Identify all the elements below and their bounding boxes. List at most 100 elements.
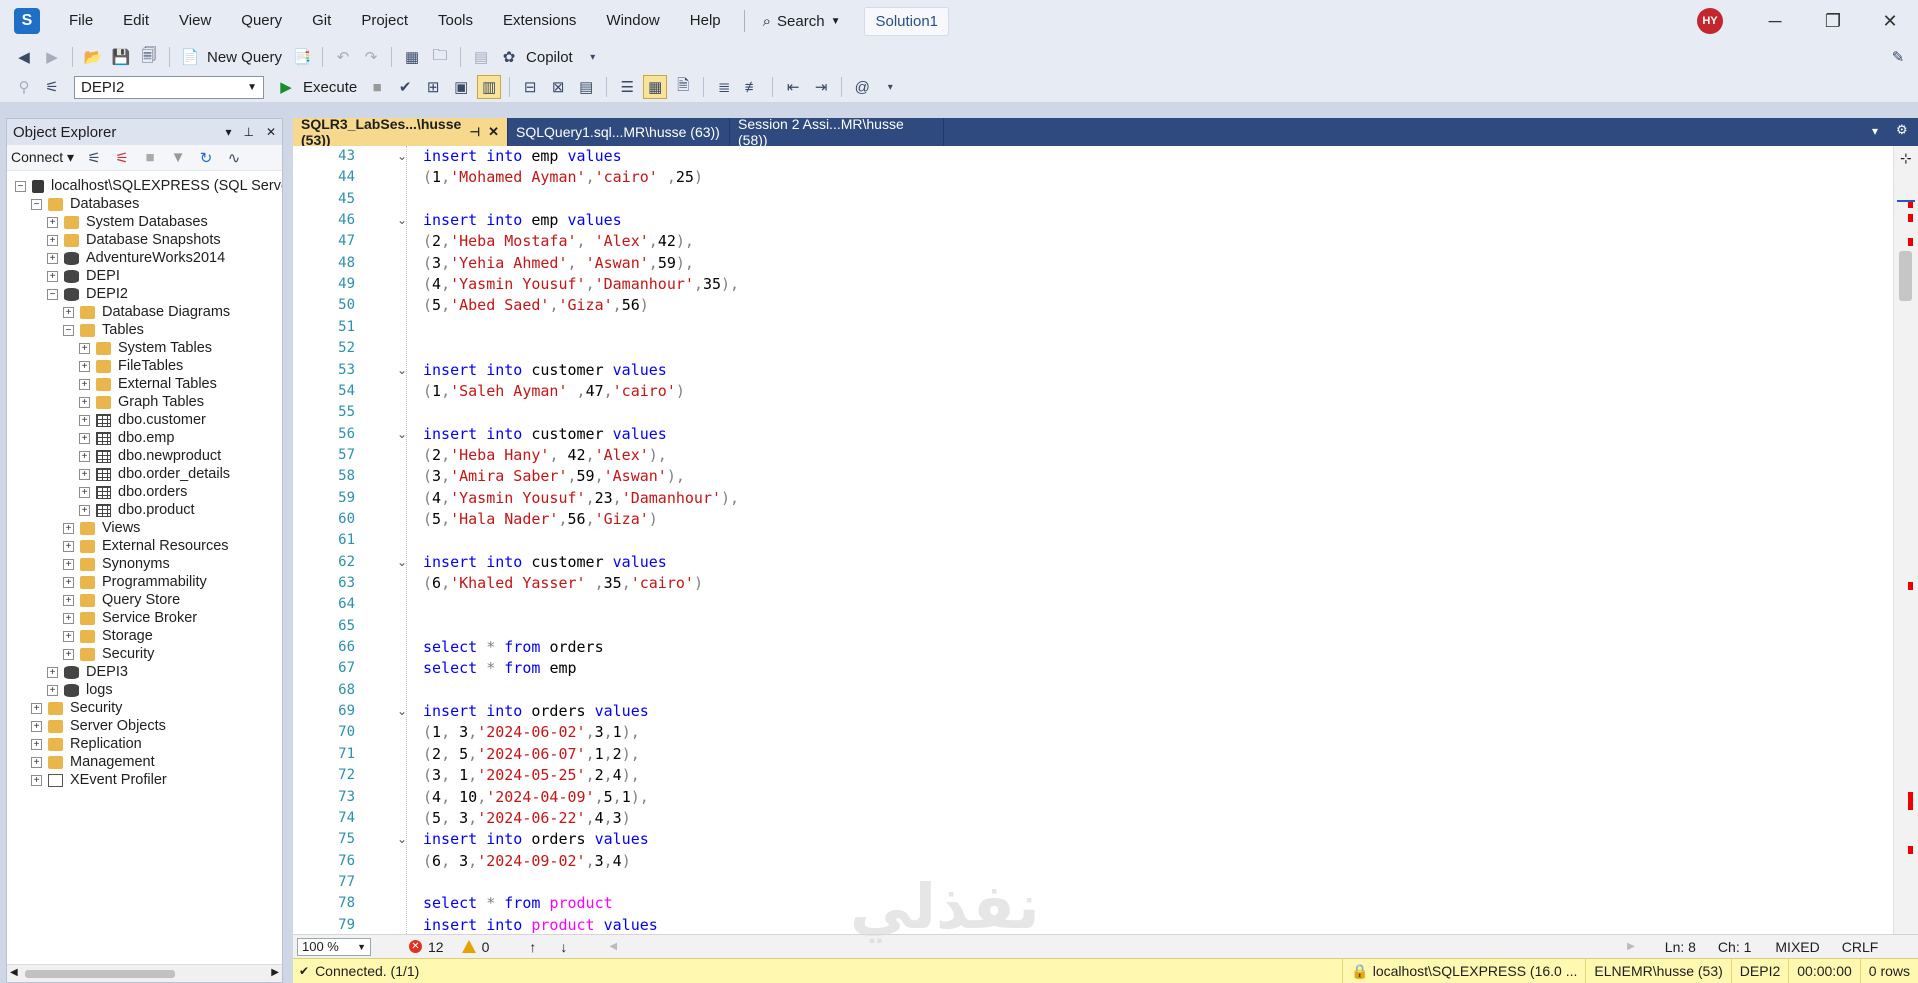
expand-icon[interactable]: + xyxy=(63,522,74,534)
database-select[interactable]: DEPI2 ▼ xyxy=(74,75,264,99)
settings-icon[interactable]: ⚙ xyxy=(1896,122,1908,138)
next-issue-icon[interactable]: ↓ xyxy=(560,939,567,955)
expand-icon[interactable]: + xyxy=(79,432,90,444)
restore-button[interactable]: ❐ xyxy=(1813,6,1853,36)
scroll-right-icon[interactable]: ▶ xyxy=(271,967,279,978)
query-designer-icon[interactable]: ▣ xyxy=(449,75,473,99)
execute-button[interactable]: Execute xyxy=(303,79,357,96)
menu-tools[interactable]: Tools xyxy=(423,0,488,42)
code-line[interactable]: (4, 10,'2024-04-09',5,1), xyxy=(423,787,649,808)
expand-icon[interactable]: + xyxy=(63,612,74,624)
code-line[interactable]: (4,'Yasmin Yousuf','Damanhour',35), xyxy=(423,274,739,295)
code-line[interactable]: insert into orders values xyxy=(423,701,649,722)
scroll-right-icon[interactable]: ▶ xyxy=(1627,941,1635,952)
code-line[interactable]: (1,'Saleh Ayman' ,47,'cairo') xyxy=(423,381,685,402)
code-line[interactable]: (6,'Khaled Yasser' ,35,'cairo') xyxy=(423,573,703,594)
scroll-left-icon[interactable]: ◀ xyxy=(10,967,18,978)
split-icon[interactable]: ⊹ xyxy=(1900,150,1912,167)
code-line[interactable]: insert into customer values xyxy=(423,360,667,381)
collapse-icon[interactable]: − xyxy=(15,180,26,192)
avatar[interactable]: HY xyxy=(1697,8,1723,34)
menu-query[interactable]: Query xyxy=(226,0,297,42)
connect-icon[interactable]: ⚲ xyxy=(12,75,36,99)
expand-icon[interactable]: + xyxy=(79,486,90,498)
code-line[interactable]: select * from orders xyxy=(423,637,604,658)
results-to-file-icon[interactable]: 🗎 xyxy=(671,75,695,99)
display-plan-icon[interactable]: ⊞ xyxy=(421,75,445,99)
vertical-scrollbar[interactable]: ⊹ xyxy=(1893,146,1918,934)
expand-icon[interactable]: + xyxy=(31,756,42,768)
editor-tab[interactable]: Session 2 Assi...MR\husse (58)) xyxy=(730,116,944,148)
fold-toggle-icon[interactable]: ⌄ xyxy=(397,701,407,722)
fold-toggle-icon[interactable]: ⌄ xyxy=(397,829,407,850)
menu-file[interactable]: File xyxy=(54,0,108,42)
code-line[interactable]: insert into product values xyxy=(423,915,658,936)
fold-toggle-icon[interactable]: ⌄ xyxy=(397,424,407,445)
expand-icon[interactable]: + xyxy=(63,540,74,552)
fold-toggle-icon[interactable]: ⌄ xyxy=(397,146,407,167)
comment-icon[interactable]: ≣ xyxy=(712,75,736,99)
menu-edit[interactable]: Edit xyxy=(108,0,164,42)
new-query-button[interactable]: New Query xyxy=(207,49,282,66)
disconnect-icon[interactable]: ⚟ xyxy=(110,146,134,170)
filter-icon[interactable]: ▼ xyxy=(166,146,190,170)
expand-icon[interactable]: + xyxy=(47,684,58,696)
scrollbar-thumb[interactable] xyxy=(25,970,175,978)
decrease-indent-icon[interactable]: ⇤ xyxy=(781,75,805,99)
expand-icon[interactable]: + xyxy=(31,774,42,786)
increase-indent-icon[interactable]: ⇥ xyxy=(809,75,833,99)
folder-icon[interactable]: 🗀 xyxy=(428,45,452,69)
editor-tab[interactable]: SQLR3_LabSes...\husse (53)) ⊣ ✕ xyxy=(293,116,508,148)
intellisense-icon[interactable]: ▥ xyxy=(477,75,502,99)
activity-monitor-icon[interactable]: ▦ xyxy=(400,45,424,69)
code-line[interactable]: select * from emp xyxy=(423,658,577,679)
code-line[interactable]: (4,'Yasmin Yousuf',23,'Damanhour'), xyxy=(423,488,739,509)
change-connection-icon[interactable]: ⚟ xyxy=(40,75,64,99)
copilot-button[interactable]: Copilot xyxy=(526,49,573,66)
expand-icon[interactable]: + xyxy=(79,342,90,354)
client-stats-icon[interactable]: ▤ xyxy=(574,75,598,99)
expand-icon[interactable]: + xyxy=(47,234,58,246)
stop-icon[interactable]: ■ xyxy=(138,146,162,170)
warning-count[interactable]: 0 xyxy=(482,939,490,955)
code-line[interactable]: (2,'Heba Mostafa', 'Alex',42), xyxy=(423,231,694,252)
horizontal-scrollbar[interactable]: ◀ ▶ xyxy=(7,964,282,982)
code-line[interactable]: (2, 5,'2024-06-07',1,2), xyxy=(423,744,640,765)
expand-icon[interactable]: + xyxy=(63,630,74,642)
activity-icon[interactable]: ∿ xyxy=(222,146,246,170)
zoom-select[interactable]: 100 % ▼ xyxy=(297,937,371,956)
code-line[interactable]: (5,'Abed Saed','Giza',56) xyxy=(423,295,649,316)
code-line[interactable]: insert into customer values xyxy=(423,552,667,573)
previous-issue-icon[interactable]: ↑ xyxy=(529,939,536,955)
expand-icon[interactable]: + xyxy=(63,594,74,606)
collapse-icon[interactable]: − xyxy=(63,324,74,336)
expand-icon[interactable]: + xyxy=(79,450,90,462)
scrollbar-thumb[interactable] xyxy=(1899,251,1912,301)
code-line[interactable]: insert into emp values xyxy=(423,146,622,167)
close-tab-icon[interactable]: ✕ xyxy=(488,124,499,140)
scroll-left-icon[interactable]: ◀ xyxy=(609,941,617,952)
expand-icon[interactable]: + xyxy=(79,360,90,372)
uncomment-icon[interactable]: ≢ xyxy=(740,75,764,99)
code-line[interactable]: select * from product xyxy=(423,893,613,914)
specify-values-icon[interactable]: @ xyxy=(850,75,874,99)
pin-tab-icon[interactable]: ⊣ xyxy=(470,125,480,139)
pin-icon[interactable]: ⊥ xyxy=(243,125,253,139)
expand-icon[interactable]: + xyxy=(63,576,74,588)
live-stats-icon[interactable]: ⊠ xyxy=(546,75,570,99)
menu-help[interactable]: Help xyxy=(675,0,736,42)
connect-object-icon[interactable]: ⚟ xyxy=(82,146,106,170)
expand-icon[interactable]: + xyxy=(79,414,90,426)
code-line[interactable]: (6, 3,'2024-09-02',3,4) xyxy=(423,851,631,872)
back-icon[interactable]: ◀ xyxy=(12,45,36,69)
expand-icon[interactable]: + xyxy=(79,378,90,390)
query-options-icon[interactable]: 📑 xyxy=(290,45,314,69)
expand-icon[interactable]: + xyxy=(63,306,74,318)
code-line[interactable]: (1, 3,'2024-06-02',3,1), xyxy=(423,722,640,743)
editor-tab[interactable]: SQLQuery1.sql...MR\husse (63)) xyxy=(508,118,730,146)
connect-button[interactable]: Connect ▾ xyxy=(11,149,74,166)
query-editor[interactable]: 43 44 45 46 47 48 49 50 51 52 53 54 55 56 57 58 59 60 61 62… xyxy=(293,146,1893,934)
expand-icon[interactable]: + xyxy=(31,738,42,750)
feedback-icon[interactable]: ✎ xyxy=(1886,45,1910,69)
fold-toggle-icon[interactable]: ⌄ xyxy=(397,210,407,231)
